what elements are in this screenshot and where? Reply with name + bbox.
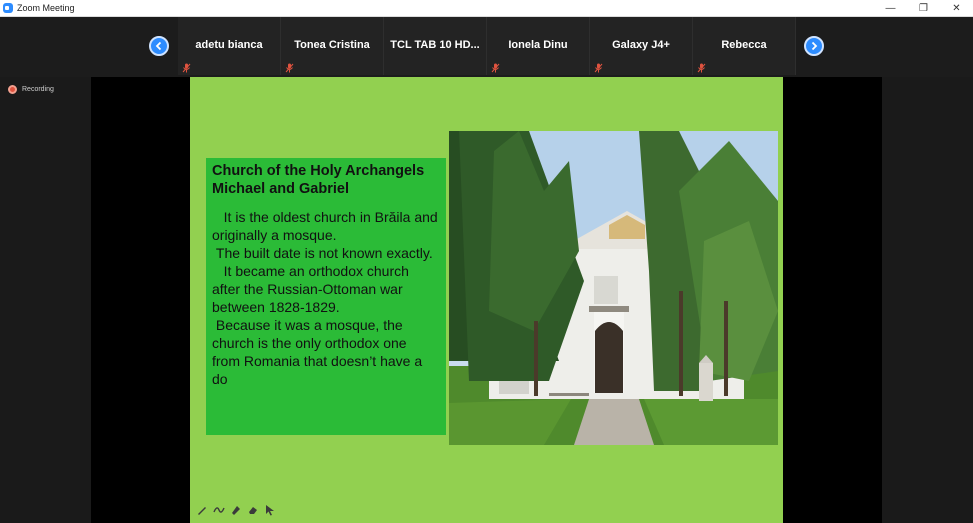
restore-button[interactable]: ❐ <box>907 0 940 17</box>
participant-tile[interactable]: adetu bianca <box>178 17 281 75</box>
next-participants-button[interactable] <box>804 36 824 56</box>
mic-muted-icon <box>285 63 294 73</box>
participant-name: TCL TAB 10 HD... <box>390 39 480 51</box>
participant-tile[interactable]: Galaxy J4+ <box>590 17 693 75</box>
participant-name: Ionela Dinu <box>508 39 568 51</box>
participant-tile[interactable]: TCL TAB 10 HD... <box>384 17 487 75</box>
church-photo <box>449 131 778 445</box>
participant-tile[interactable]: Ionela Dinu <box>487 17 590 75</box>
previous-participants-button[interactable] <box>149 36 169 56</box>
participant-tiles: adetu bianca Tonea Cristina TCL TAB 10 H… <box>178 17 796 75</box>
slide-title: Church of the Holy Archangels Michael an… <box>212 163 425 197</box>
participant-name: adetu bianca <box>195 39 263 51</box>
participant-strip: adetu bianca Tonea Cristina TCL TAB 10 H… <box>0 17 973 77</box>
annotation-toolbar <box>196 504 276 516</box>
recording-indicator[interactable]: Recording <box>8 85 54 94</box>
participant-name: Tonea Cristina <box>294 39 370 51</box>
mic-muted-icon <box>594 63 603 73</box>
window-titlebar: Zoom Meeting — ❐ ✕ <box>0 0 973 17</box>
slide-text-box: Church of the Holy Archangels Michael an… <box>206 158 446 435</box>
chevron-right-icon <box>811 41 818 51</box>
minimize-button[interactable]: — <box>874 0 907 17</box>
eraser-icon[interactable] <box>247 504 259 516</box>
participant-name: Galaxy J4+ <box>612 39 670 51</box>
mic-muted-icon <box>182 63 191 73</box>
draw-curve-icon[interactable] <box>213 504 225 516</box>
participant-name: Rebecca <box>721 39 767 51</box>
recording-label: Recording <box>22 86 54 93</box>
recording-dot-icon <box>8 85 17 94</box>
pen-icon[interactable] <box>196 504 208 516</box>
chevron-left-icon <box>155 41 162 51</box>
participant-tile[interactable]: Tonea Cristina <box>281 17 384 75</box>
mic-muted-icon <box>491 63 500 73</box>
zoom-app-icon <box>3 3 13 13</box>
mic-muted-icon <box>697 63 706 73</box>
window-controls: — ❐ ✕ <box>874 0 973 17</box>
highlighter-icon[interactable] <box>230 504 242 516</box>
pointer-icon[interactable] <box>264 504 276 516</box>
close-button[interactable]: ✕ <box>940 0 973 17</box>
slide-body-text: It is the oldest church in Brăila and or… <box>212 209 438 387</box>
shared-slide: Church of the Holy Archangels Michael an… <box>190 77 783 523</box>
window-title: Zoom Meeting <box>17 3 75 13</box>
participant-tile[interactable]: Rebecca <box>693 17 796 75</box>
